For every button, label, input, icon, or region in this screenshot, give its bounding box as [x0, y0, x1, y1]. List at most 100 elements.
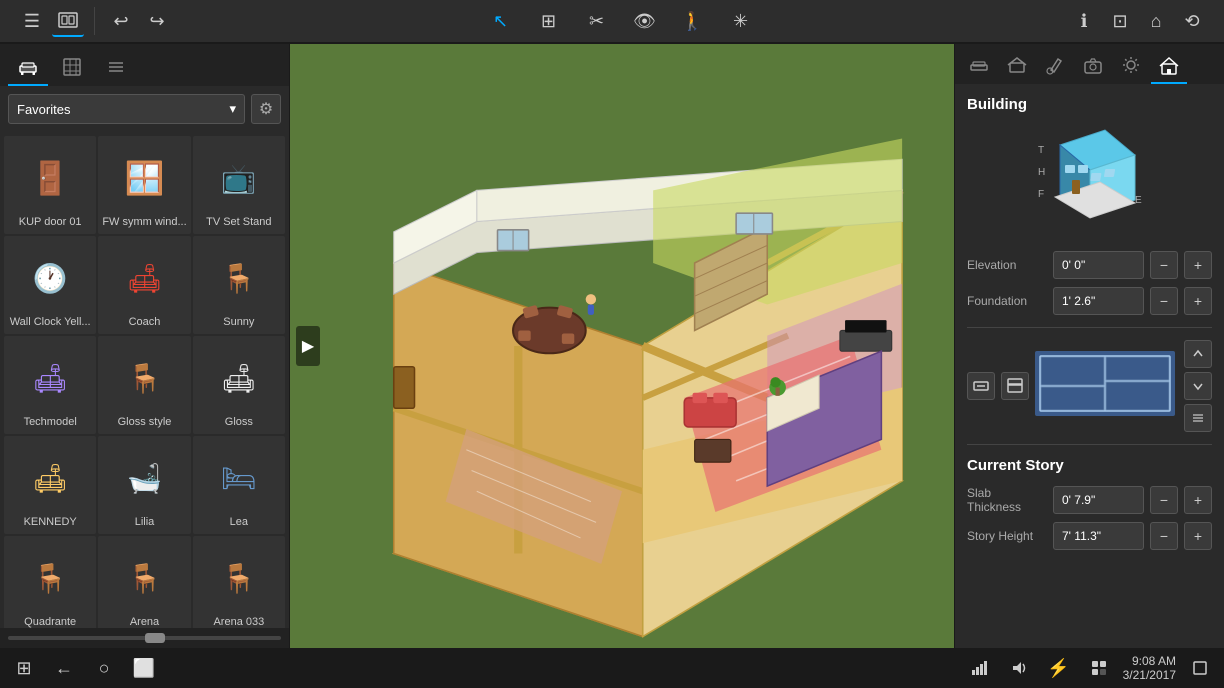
tablet-button[interactable]: ⊡ — [1104, 5, 1136, 37]
height-label: Story Height — [967, 529, 1047, 543]
3d-button[interactable]: ⟲ — [1176, 5, 1208, 37]
main-content: Favorites ▾ ⚙ 🚪 KUP door 01 🪟 FW symm wi… — [0, 44, 1224, 648]
library-button[interactable] — [52, 5, 84, 37]
elevation-decrease-button[interactable]: − — [1150, 251, 1178, 279]
task-view-button[interactable]: ⬜ — [128, 652, 160, 684]
building-3d-svg: T H F E — [1030, 125, 1150, 235]
slab-value[interactable]: 0' 7.9" — [1053, 486, 1144, 514]
info-button[interactable]: ℹ — [1068, 5, 1100, 37]
right-panel-tabs — [955, 44, 1224, 84]
tab-home-settings[interactable] — [1151, 48, 1187, 84]
list-item[interactable]: 🪑 Arena 033 — [193, 536, 285, 628]
list-item[interactable]: 📺 TV Set Stand — [193, 136, 285, 234]
list-item[interactable]: 🕐 Wall Clock Yell... — [4, 236, 96, 334]
divider-2 — [967, 444, 1212, 445]
scroll-track[interactable] — [8, 636, 281, 640]
foundation-value[interactable]: 1' 2.6" — [1053, 287, 1144, 315]
home-button[interactable]: ⌂ — [1140, 5, 1172, 37]
settings-button[interactable]: ⚙ — [251, 94, 281, 124]
height-decrease-button[interactable]: − — [1150, 522, 1178, 550]
back-button[interactable]: ← — [48, 652, 80, 684]
story-up-button[interactable] — [1184, 340, 1212, 368]
tab-paint[interactable] — [1037, 48, 1073, 84]
start-button[interactable]: ⊞ — [8, 652, 40, 684]
item-label: KUP door 01 — [8, 216, 92, 228]
building-3d-view: T H F E — [967, 125, 1212, 235]
list-item[interactable]: 🪑 Arena — [98, 536, 190, 628]
item-thumbnail: 🚪 — [14, 142, 86, 214]
undo-button[interactable]: ↩ — [105, 5, 137, 37]
items-grid: 🚪 KUP door 01 🪟 FW symm wind... 📺 TV Set… — [0, 132, 289, 628]
transform-tool[interactable]: ✂ — [581, 5, 613, 37]
item-thumbnail: 🛁 — [109, 442, 181, 514]
item-thumbnail: 🛋 — [109, 242, 181, 314]
list-item[interactable]: 🛏 Lea — [193, 436, 285, 534]
foundation-increase-button[interactable]: + — [1184, 287, 1212, 315]
light-tool[interactable]: ✳ — [725, 5, 757, 37]
floor-plan-canvas: ▶ — [290, 44, 954, 648]
list-item[interactable]: 🪑 Sunny — [193, 236, 285, 334]
height-value[interactable]: 7' 11.3" — [1053, 522, 1144, 550]
elevation-increase-button[interactable]: + — [1184, 251, 1212, 279]
tab-blueprint[interactable] — [52, 50, 92, 86]
current-story-title: Current Story — [967, 457, 1212, 474]
list-item[interactable]: 🛋 Coach — [98, 236, 190, 334]
expand-arrow-button[interactable]: ▶ — [296, 326, 320, 366]
tab-camera[interactable] — [1075, 48, 1111, 84]
right-panel-content: Building T H F E — [955, 84, 1224, 648]
svg-text:H: H — [1038, 167, 1045, 178]
person-tool[interactable]: 🚶 — [677, 5, 709, 37]
notification-icon[interactable] — [1083, 652, 1115, 684]
foundation-decrease-button[interactable]: − — [1150, 287, 1178, 315]
item-thumbnail: 🪑 — [109, 542, 181, 614]
elevation-value[interactable]: 0' 0" — [1053, 251, 1144, 279]
view-tool[interactable]: 👁 — [629, 5, 661, 37]
list-item[interactable]: 🛁 Lilia — [98, 436, 190, 534]
menu-button[interactable]: ☰ — [16, 5, 48, 37]
list-item[interactable]: 🛋 Gloss — [193, 336, 285, 434]
tab-sun[interactable] — [1113, 48, 1149, 84]
item-thumbnail: 🛏 — [203, 442, 275, 514]
svg-text:F: F — [1038, 189, 1044, 200]
tab-list[interactable] — [96, 50, 136, 86]
toolbar-right: ℹ ⊡ ⌂ ⟲ — [1060, 5, 1216, 37]
story-list-button[interactable] — [1184, 404, 1212, 432]
story-down-button[interactable] — [1184, 372, 1212, 400]
scroll-thumb[interactable] — [145, 633, 165, 643]
divider — [967, 327, 1212, 328]
list-item[interactable]: 🛋 KENNEDY — [4, 436, 96, 534]
add-story-button[interactable] — [1001, 372, 1029, 400]
floor-thumbnail-svg — [1035, 351, 1175, 416]
taskbar-right: ⚡ 9:08 AM 3/21/2017 — [963, 652, 1216, 684]
list-item[interactable]: 🪑 Quadrante — [4, 536, 96, 628]
tab-build[interactable] — [999, 48, 1035, 84]
slab-label: Slab Thickness — [967, 486, 1047, 514]
show-desktop-button[interactable] — [1184, 652, 1216, 684]
slab-increase-button[interactable]: + — [1184, 486, 1212, 514]
network-icon[interactable] — [963, 652, 995, 684]
battery-icon[interactable]: ⚡ — [1043, 652, 1075, 684]
move-tool[interactable]: ⊞ — [533, 5, 565, 37]
select-tool[interactable]: ↖ — [485, 5, 517, 37]
search-button[interactable]: ○ — [88, 652, 120, 684]
slab-decrease-button[interactable]: − — [1150, 486, 1178, 514]
left-panel: Favorites ▾ ⚙ 🚪 KUP door 01 🪟 FW symm wi… — [0, 44, 290, 648]
story-nav — [1184, 340, 1212, 432]
list-item[interactable]: 🪟 FW symm wind... — [98, 136, 190, 234]
toolbar-left: ☰ ↩ ↪ — [8, 5, 181, 37]
remove-story-button[interactable] — [967, 372, 995, 400]
item-label: Lea — [197, 516, 281, 528]
volume-icon[interactable] — [1003, 652, 1035, 684]
tab-furniture-props[interactable] — [961, 48, 997, 84]
list-item[interactable]: 🛋 Techmodel — [4, 336, 96, 434]
left-panel-tabs — [0, 44, 289, 86]
list-item[interactable]: 🪑 Gloss style — [98, 336, 190, 434]
item-label: TV Set Stand — [197, 216, 281, 228]
item-label: Coach — [102, 316, 186, 328]
favorites-dropdown[interactable]: Favorites ▾ — [8, 94, 245, 124]
redo-button[interactable]: ↪ — [141, 5, 173, 37]
scrollbar[interactable] — [0, 628, 289, 648]
tab-furniture[interactable] — [8, 50, 48, 86]
list-item[interactable]: 🚪 KUP door 01 — [4, 136, 96, 234]
height-increase-button[interactable]: + — [1184, 522, 1212, 550]
